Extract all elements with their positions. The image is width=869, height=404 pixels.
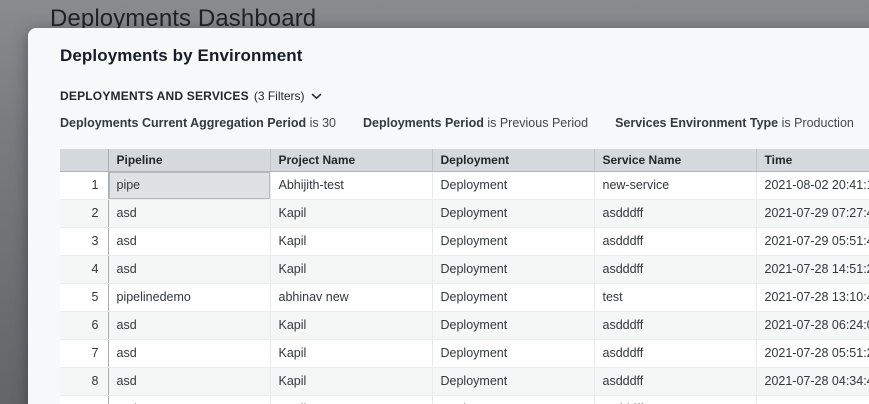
- table-header-row: Pipeline Project Name Deployment Service…: [60, 149, 869, 171]
- cell-pipeline[interactable]: asd: [108, 367, 270, 395]
- column-header-deployment[interactable]: Deployment: [432, 149, 594, 171]
- cell-time[interactable]: 2021-07-28 05:51:28: [756, 339, 869, 367]
- table-row: 7 asd Kapil Deployment asdddff 2021-07-2…: [60, 339, 869, 367]
- cell-deployment[interactable]: Deployment: [432, 395, 594, 404]
- cell-deployment[interactable]: Deployment: [432, 255, 594, 283]
- filter-count: (3 Filters): [254, 89, 305, 103]
- cell-pipeline[interactable]: asd: [108, 199, 270, 227]
- row-number: 2: [60, 199, 108, 227]
- cell-project-name[interactable]: Kapil: [270, 255, 432, 283]
- screen: Deployments Dashboard Deployments by Env…: [0, 0, 869, 404]
- table-row: 9 asd Kapil Deployment asdddff 2021-07-2…: [60, 395, 869, 404]
- cell-service-name[interactable]: new-service: [594, 171, 756, 199]
- row-number: 9: [60, 395, 108, 404]
- deployments-by-environment-panel: Deployments by Environment DEPLOYMENTS A…: [28, 28, 869, 404]
- table-row: 4 asd Kapil Deployment asdddff 2021-07-2…: [60, 255, 869, 283]
- cell-deployment[interactable]: Deployment: [432, 311, 594, 339]
- cell-time[interactable]: 2021-07-28 13:10:46: [756, 283, 869, 311]
- table-row: 1 pipe Abhijith-test Deployment new-serv…: [60, 171, 869, 199]
- cell-project-name[interactable]: Kapil: [270, 227, 432, 255]
- cell-time[interactable]: 2021-07-29 05:51:45: [756, 227, 869, 255]
- table-body: 1 pipe Abhijith-test Deployment new-serv…: [60, 171, 869, 404]
- cell-project-name[interactable]: Kapil: [270, 395, 432, 404]
- cell-pipeline[interactable]: asd: [108, 339, 270, 367]
- cell-deployment[interactable]: Deployment: [432, 199, 594, 227]
- cell-deployment[interactable]: Deployment: [432, 367, 594, 395]
- cell-service-name[interactable]: asdddff: [594, 199, 756, 227]
- row-number: 3: [60, 227, 108, 255]
- cell-project-name[interactable]: Kapil: [270, 367, 432, 395]
- cell-service-name[interactable]: asdddff: [594, 339, 756, 367]
- filter-deployments-period: Deployments Period is Previous Period: [363, 116, 588, 130]
- row-number: 1: [60, 171, 108, 199]
- table-row: 3 asd Kapil Deployment asdddff 2021-07-2…: [60, 227, 869, 255]
- cell-pipeline[interactable]: asd: [108, 311, 270, 339]
- table-row: 5 pipelinedemo abhinav new Deployment te…: [60, 283, 869, 311]
- cell-project-name[interactable]: Kapil: [270, 339, 432, 367]
- column-header-project-name[interactable]: Project Name: [270, 149, 432, 171]
- cell-service-name[interactable]: asdddff: [594, 395, 756, 404]
- filter-environment-type: Services Environment Type is Production: [615, 116, 854, 130]
- cell-deployment[interactable]: Deployment: [432, 283, 594, 311]
- cell-time[interactable]: 2021-07-29 07:27:44: [756, 199, 869, 227]
- panel-title: Deployments by Environment: [60, 46, 869, 66]
- cell-project-name[interactable]: abhinav new: [270, 283, 432, 311]
- row-number: 4: [60, 255, 108, 283]
- column-header-service-name[interactable]: Service Name: [594, 149, 756, 171]
- cell-pipeline[interactable]: asd: [108, 255, 270, 283]
- cell-service-name[interactable]: asdddff: [594, 311, 756, 339]
- cell-service-name[interactable]: test: [594, 283, 756, 311]
- cell-service-name[interactable]: asdddff: [594, 367, 756, 395]
- cell-project-name[interactable]: Kapil: [270, 311, 432, 339]
- cell-pipeline[interactable]: pipelinedemo: [108, 283, 270, 311]
- cell-deployment[interactable]: Deployment: [432, 227, 594, 255]
- cell-time[interactable]: 2021-07-28 04:34:45: [756, 367, 869, 395]
- cell-time[interactable]: 2021-07-28 06:24:00: [756, 311, 869, 339]
- deployments-table: Pipeline Project Name Deployment Service…: [60, 149, 869, 404]
- cell-deployment[interactable]: Deployment: [432, 339, 594, 367]
- cell-pipeline[interactable]: pipe: [108, 171, 270, 199]
- cell-service-name[interactable]: asdddff: [594, 227, 756, 255]
- table-row: 2 asd Kapil Deployment asdddff 2021-07-2…: [60, 199, 869, 227]
- cell-deployment[interactable]: Deployment: [432, 171, 594, 199]
- row-number: 6: [60, 311, 108, 339]
- cell-project-name[interactable]: Kapil: [270, 199, 432, 227]
- chevron-down-icon[interactable]: [311, 93, 322, 100]
- row-number: 8: [60, 367, 108, 395]
- cell-time[interactable]: 2021-07-28 14:51:23: [756, 255, 869, 283]
- table-row: 8 asd Kapil Deployment asdddff 2021-07-2…: [60, 367, 869, 395]
- cell-pipeline[interactable]: asd: [108, 227, 270, 255]
- cell-pipeline[interactable]: asd: [108, 395, 270, 404]
- cell-time[interactable]: 2021-08-02 20:41:18: [756, 171, 869, 199]
- corner-header: [60, 149, 108, 171]
- cell-project-name[interactable]: Abhijith-test: [270, 171, 432, 199]
- filter-expander[interactable]: DEPLOYMENTS AND SERVICES (3 Filters): [60, 89, 322, 103]
- row-number: 5: [60, 283, 108, 311]
- active-filters: Deployments Current Aggregation Period i…: [60, 116, 869, 130]
- column-header-pipeline[interactable]: Pipeline: [108, 149, 270, 171]
- filter-group-label: DEPLOYMENTS AND SERVICES: [60, 89, 249, 103]
- cell-service-name[interactable]: asdddff: [594, 255, 756, 283]
- table-row: 6 asd Kapil Deployment asdddff 2021-07-2…: [60, 311, 869, 339]
- filter-aggregation-period: Deployments Current Aggregation Period i…: [60, 116, 336, 130]
- cell-time[interactable]: 2021-07-28 04:04:41: [756, 395, 869, 404]
- column-header-time[interactable]: Time: [756, 149, 869, 171]
- row-number: 7: [60, 339, 108, 367]
